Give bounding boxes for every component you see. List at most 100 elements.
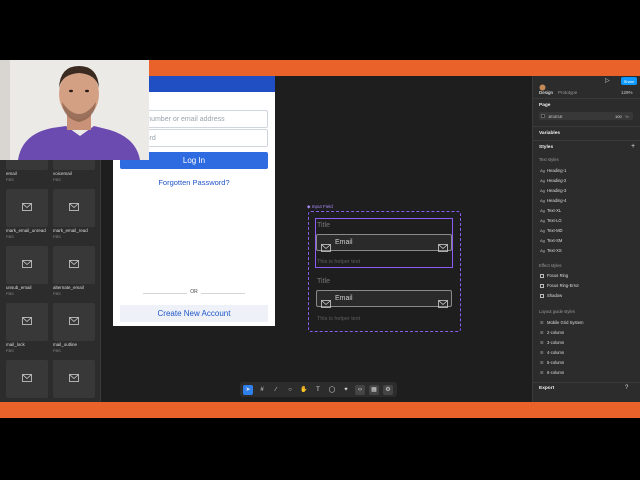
create-account-button[interactable]: Create New Account [120,305,268,322]
component-name[interactable]: ◆ Input Field [307,204,333,210]
tab-design[interactable]: Design [539,90,553,95]
variables-section[interactable]: Variables [539,131,560,136]
zoom-level[interactable]: 129% [621,90,633,95]
effect-style-icon [540,283,544,288]
icon-tile[interactable] [53,303,95,341]
divider [533,98,640,99]
icon-tile[interactable] [6,303,48,341]
page-color-value: 1E1E1E [548,113,563,119]
text-style-icon: Ag [540,177,545,183]
move-tool-icon[interactable]: ➤ [243,384,253,395]
effect-style-item[interactable]: Focus Ring-Error [547,283,579,288]
forgot-password-link[interactable]: Forgotten Password? [113,178,275,187]
text-style-icon: Ag [540,247,545,253]
pin-icon [69,370,79,388]
icon-tile-source: FBS [53,234,61,239]
mail-outline-icon [69,313,79,331]
text-style-item[interactable]: Text-LG [547,218,562,223]
settings-icon[interactable]: ⚙ [383,384,393,395]
icon-tile-label: alternate_email [53,285,84,290]
presenter-image [0,60,149,160]
grid-style-icon: ☰ [540,369,544,375]
mail-icon [321,239,331,257]
color-swatch [541,114,545,118]
icon-tile[interactable] [6,246,48,284]
effect-style-icon [540,273,544,278]
design-canvas[interactable]: Phone number or email address Password L… [101,76,532,402]
grid-style-icon: ☰ [540,359,544,365]
plugins-icon[interactable]: ✦ [341,385,351,395]
icon-tile[interactable] [53,189,95,227]
mail-icon [321,295,331,313]
grid-style-item[interactable]: 3-column [547,340,564,345]
layout-icon[interactable]: ▦ [369,384,379,395]
icon-tile-label: mail_lock [6,342,25,347]
text-style-item[interactable]: Heading-4 [547,198,566,203]
grid-style-icon: ☰ [540,339,544,345]
text-style-item[interactable]: Text-XS [547,248,562,253]
grid-style-item[interactable]: Mobile Grid System [547,320,584,325]
effect-styles-label: Effect styles [539,263,562,268]
text-style-icon: Ag [540,207,545,213]
effect-style-item[interactable]: Shadow [547,293,562,298]
mail-read-icon [69,199,79,217]
icon-tile[interactable] [6,360,48,398]
text-style-item[interactable]: Heading-1 [547,168,566,173]
icon-tile-label: mark_email_unread [6,228,46,233]
email-input-field[interactable]: Email [316,290,452,308]
page-color-field[interactable]: 1E1E1E 100 % [539,112,633,120]
text-style-item[interactable]: Heading-3 [547,188,566,193]
icon-tile-label: mark_email_read [53,228,88,233]
comment-tool-icon[interactable]: ◯ [327,385,337,395]
frame-tool-icon[interactable]: # [257,385,267,395]
email-value: Email [335,239,353,246]
icon-tile-label: mail_outline [53,342,78,347]
icon-tile-source: FBS [53,177,61,182]
text-style-icon: Ag [540,237,545,243]
help-icon[interactable]: ? [625,385,628,391]
mail-icon [22,256,32,274]
field-title: Title [317,222,330,229]
text-style-icon: Ag [540,197,545,203]
play-icon[interactable]: ▷ [605,77,610,84]
text-style-item[interactable]: Text-SM [547,238,562,243]
styles-section-title: Styles [539,145,554,150]
grid-style-icon: ☰ [540,329,544,335]
email-value: Email [335,295,353,302]
export-section[interactable]: Export [539,386,554,391]
share-button[interactable]: Share [621,77,637,85]
tab-prototype[interactable]: Prototype [558,90,577,95]
mail-icon [438,239,448,257]
icon-tile-source: FBS [6,348,14,353]
at-icon [69,256,79,274]
grid-style-item[interactable]: 2-column [547,330,564,335]
text-style-item[interactable]: Text-XL [547,208,561,213]
avatar-icon[interactable] [539,78,549,91]
text-style-item[interactable]: Text-MD [547,228,563,233]
video-frame: email FBS voicemail FBS mark_email_unread FBS… [0,0,640,480]
text-tool-icon[interactable]: T [313,385,323,395]
grid-style-item[interactable]: 5-column [547,360,564,365]
icon-tile[interactable] [6,189,48,227]
text-style-item[interactable]: Heading-2 [547,178,566,183]
component-name-text: Input Field [311,204,333,209]
grid-style-item[interactable]: 4-column [547,350,564,355]
icon-tile-label: email [6,171,17,176]
effect-style-item[interactable]: Focus Ring [547,273,568,278]
icon-tile-label: voicemail [53,171,72,176]
shape-tool-icon[interactable]: ○ [285,385,295,395]
add-style-icon[interactable]: + [631,143,635,150]
mail-lock-icon [22,313,32,331]
divider [533,382,640,383]
email-input-field[interactable]: Email [316,234,452,252]
hand-tool-icon[interactable]: ✋ [299,385,309,395]
pen-tool-icon[interactable]: ∕ [271,385,281,395]
dev-mode-icon[interactable]: ‹› [355,384,365,395]
bottom-toolbar: ➤ # ∕ ○ ✋ T ◯ ✦ ‹› ▦ ⚙ [240,382,397,397]
icon-tile-source: FBS [53,291,61,296]
icon-tile[interactable] [53,360,95,398]
grid-styles-label: Layout guide styles [539,309,575,314]
grid-style-item[interactable]: 6-column [547,370,564,375]
helper-text: This is helper text [317,259,361,265]
icon-tile[interactable] [53,246,95,284]
